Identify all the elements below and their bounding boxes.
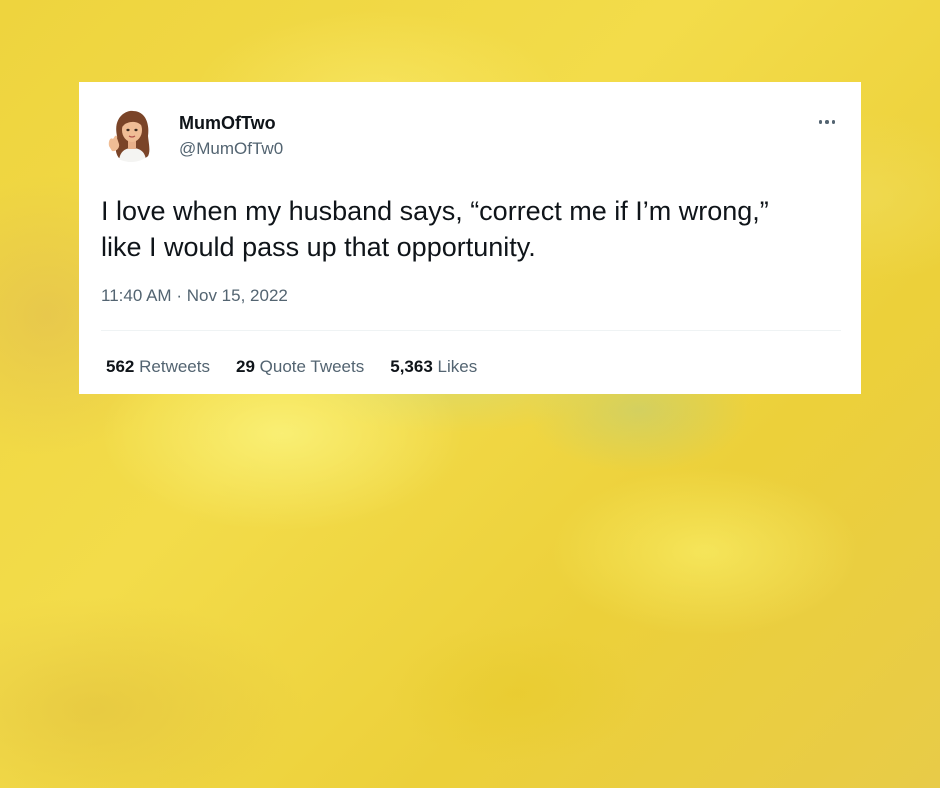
quote-tweets-stat[interactable]: 29 Quote Tweets [236, 357, 364, 377]
likes-stat[interactable]: 5,363 Likes [390, 357, 477, 377]
retweets-stat[interactable]: 562 Retweets [106, 357, 210, 377]
more-dot [831, 120, 836, 124]
tweet-stats: 562 Retweets 29 Quote Tweets 5,363 Likes [106, 357, 503, 377]
likes-label: Likes [437, 357, 478, 376]
likes-count: 5,363 [390, 357, 433, 376]
more-horizontal-icon[interactable] [815, 110, 839, 134]
tweet-timestamp[interactable]: 11:40 AM · Nov 15, 2022 [101, 286, 288, 306]
quote-tweets-count: 29 [235, 357, 255, 376]
avatar[interactable] [103, 106, 159, 162]
retweets-count: 562 [106, 357, 135, 376]
timestamp-separator: · [176, 286, 182, 305]
tweet-time: 11:40 AM [101, 286, 172, 305]
user-handle[interactable]: @MumOfTw0 [179, 139, 283, 159]
tweet-card[interactable]: MumOfTwo @MumOfTw0 I love when my husban… [79, 82, 861, 394]
tweet-date: Nov 15, 2022 [186, 286, 288, 305]
retweets-label: Retweets [139, 357, 210, 376]
more-dot [825, 120, 829, 124]
tweet-text: I love when my husband says, “correct me… [101, 196, 769, 262]
display-name[interactable]: MumOfTwo [179, 113, 276, 133]
more-dot [818, 120, 823, 124]
avatar-bitmoji-image [103, 106, 159, 162]
quote-tweets-label: Quote Tweets [259, 357, 365, 376]
divider [101, 330, 841, 331]
